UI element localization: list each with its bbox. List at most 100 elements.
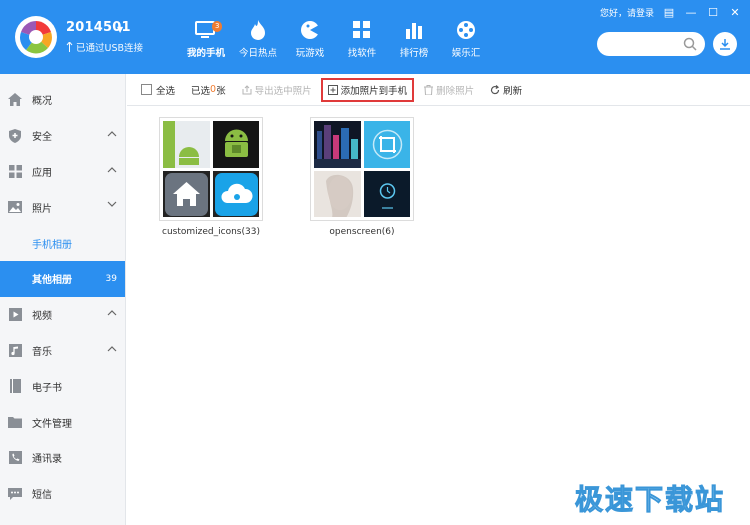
sidebar: 概况 安全 应用 照片 手机相册 其他相册 39 视频 音乐 电子书 文件管理 — [0, 74, 126, 525]
photo-icon — [8, 200, 22, 214]
book-icon — [8, 379, 22, 394]
main-nav: 3 我的手机 今日热点 玩游戏 找软件 排行榜 娱乐汇 — [180, 0, 492, 74]
album-name: openscreen(6) — [329, 227, 395, 237]
home-thumb — [163, 170, 210, 217]
album-name: customized_icons(33) — [162, 227, 260, 237]
music-icon — [8, 343, 22, 357]
nav-games[interactable]: 玩游戏 — [284, 0, 336, 74]
export-selected-button[interactable]: 导出选中照片 — [242, 83, 312, 97]
connection-status-text: 已通过USB连接 — [76, 43, 144, 54]
refresh-icon — [490, 84, 500, 95]
nav-label: 玩游戏 — [295, 48, 325, 59]
nav-my-phone[interactable]: 3 我的手机 — [180, 0, 232, 74]
nav-today-hot[interactable]: 今日热点 — [232, 0, 284, 74]
sidebar-item-label: 电子书 — [32, 382, 62, 394]
device-dropdown-icon[interactable]: ▼ — [117, 25, 123, 34]
sidebar-item-label: 通讯录 — [32, 454, 62, 466]
apps-grid-icon — [8, 164, 22, 178]
trash-icon — [424, 84, 434, 95]
sidebar-item-phone-album[interactable]: 手机相册 — [0, 225, 125, 261]
selected-count: 已选 0 张 — [191, 83, 226, 97]
refresh-button[interactable]: 刷新 — [490, 83, 522, 97]
sidebar-item-label: 应用 — [32, 167, 52, 179]
sidebar-item-label: 其他相册 — [32, 275, 72, 287]
download-icon — [720, 39, 730, 50]
close-icon[interactable]: ✕ — [728, 6, 742, 19]
nav-label: 娱乐汇 — [451, 48, 481, 59]
menu-icon[interactable]: ▤ — [662, 6, 676, 19]
sidebar-item-file-manager[interactable]: 文件管理 — [0, 404, 125, 440]
android-icon-thumb — [163, 121, 210, 168]
video-icon — [8, 308, 22, 322]
export-icon — [242, 84, 252, 95]
minimize-icon[interactable]: — — [684, 6, 698, 19]
selected-prefix: 已选 — [191, 85, 211, 97]
nav-rankings[interactable]: 排行榜 — [388, 0, 440, 74]
nav-badge: 3 — [212, 21, 223, 32]
nav-label: 今日热点 — [238, 48, 277, 59]
sidebar-item-label: 音乐 — [32, 346, 52, 358]
delete-label: 删除照片 — [436, 85, 475, 97]
add-icon — [327, 84, 338, 95]
nav-label: 找软件 — [347, 48, 377, 59]
sidebar-item-ebooks[interactable]: 电子书 — [0, 368, 125, 404]
site-watermark: 极速下载站 — [574, 483, 726, 517]
sidebar-item-other-albums[interactable]: 其他相册 39 — [0, 260, 125, 297]
sidebar-item-overview[interactable]: 概况 — [0, 82, 125, 118]
sidebar-item-label: 概况 — [32, 96, 52, 108]
usb-icon — [66, 42, 73, 52]
film-reel-icon — [455, 20, 477, 40]
cloud-thumb — [212, 170, 259, 217]
connection-status: 已通过USB连接 — [66, 40, 143, 54]
apps-icon — [351, 20, 373, 40]
selected-suffix: 张 — [216, 85, 226, 97]
album-card[interactable]: openscreen(6) — [308, 117, 416, 237]
sidebar-item-label: 短信 — [32, 490, 52, 502]
app-header: 2014501 ▼ 已通过USB连接 3 我的手机 今日热点 玩游戏 找软件 排… — [0, 0, 750, 74]
search-icon[interactable] — [683, 37, 697, 51]
add-photos-button[interactable]: 添加照片到手机 — [320, 77, 415, 102]
shield-icon — [8, 128, 22, 143]
contacts-icon — [8, 451, 22, 465]
select-all[interactable]: 全选 — [141, 83, 175, 97]
chevron-up-icon[interactable] — [107, 345, 117, 352]
nav-find-apps[interactable]: 找软件 — [336, 0, 388, 74]
chart-icon — [403, 20, 425, 40]
album-card[interactable]: customized_icons(33) — [157, 117, 265, 237]
chevron-up-icon[interactable] — [107, 130, 117, 137]
album-thumbnail[interactable] — [159, 117, 263, 221]
album-grid: customized_icons(33) openscreen(6) — [127, 107, 750, 525]
nav-entertainment[interactable]: 娱乐汇 — [440, 0, 492, 74]
sms-icon — [8, 487, 22, 501]
chevron-up-icon[interactable] — [107, 309, 117, 316]
sidebar-item-label: 安全 — [32, 132, 52, 144]
login-link[interactable]: 您好，请登录 — [600, 6, 654, 19]
sidebar-item-label: 视频 — [32, 311, 52, 323]
blue-crop-thumb — [363, 121, 410, 168]
city-night-thumb — [314, 121, 361, 168]
sidebar-item-apps[interactable]: 应用 — [0, 154, 125, 190]
game-icon — [299, 20, 321, 40]
album-count: 39 — [105, 273, 117, 284]
chevron-up-icon[interactable] — [107, 166, 117, 173]
sidebar-item-label: 照片 — [32, 203, 52, 215]
download-button[interactable] — [713, 32, 737, 56]
sidebar-item-contacts[interactable]: 通讯录 — [0, 440, 125, 476]
sidebar-item-music[interactable]: 音乐 — [0, 333, 125, 369]
sidebar-item-sms[interactable]: 短信 — [0, 476, 125, 512]
android-box-thumb — [212, 121, 259, 168]
sidebar-item-photos[interactable]: 照片 — [0, 189, 125, 225]
home-icon — [8, 93, 22, 107]
sidebar-item-video[interactable]: 视频 — [0, 297, 125, 333]
window-controls: 您好，请登录 ▤ — ☐ ✕ — [600, 6, 742, 19]
maximize-icon[interactable]: ☐ — [706, 6, 720, 19]
sidebar-item-label: 手机相册 — [32, 239, 72, 251]
photo-toolbar: 全选 已选 0 张 导出选中照片 添加照片到手机 删除照片 刷新 — [127, 74, 750, 106]
delete-photos-button[interactable]: 删除照片 — [424, 83, 474, 97]
select-all-checkbox[interactable] — [141, 84, 152, 95]
chevron-down-icon[interactable] — [107, 201, 117, 208]
search-input[interactable] — [597, 32, 705, 56]
album-thumbnail[interactable] — [310, 117, 414, 221]
nav-label: 我的手机 — [186, 48, 225, 59]
sidebar-item-security[interactable]: 安全 — [0, 118, 125, 154]
